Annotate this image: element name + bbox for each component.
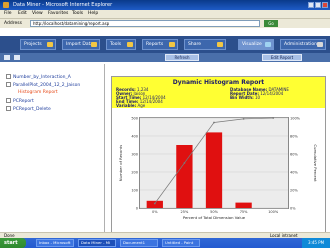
toolbar-visualize-button[interactable]: Visualize [238, 39, 274, 50]
toolbar-import-button[interactable]: Import Data [62, 39, 100, 50]
toolbar-projects-button[interactable]: Projects [20, 39, 56, 50]
close-button[interactable] [322, 2, 328, 8]
address-bar: Address http://localhost/datamining/repo… [0, 18, 330, 28]
y-tick-label: 200 [131, 171, 138, 175]
x-tick-label: 25% [181, 210, 189, 214]
menu-bar: File Edit View Favorites Tools Help [0, 10, 330, 18]
cumulative-point [272, 117, 275, 119]
menu-edit[interactable]: Edit [18, 11, 27, 16]
tools-icon [127, 42, 133, 47]
gear-icon [317, 42, 323, 47]
report-title: Dynamic Histogram Report [172, 79, 265, 86]
y2-tick-label: 80% [290, 135, 298, 139]
y2-tick-label: 40% [290, 171, 298, 175]
expand-icon[interactable] [6, 106, 11, 111]
tree-node[interactable]: PCReport [6, 98, 34, 104]
y-tick-label: 0 [136, 207, 138, 211]
toolbar-admin-button[interactable]: Administration [280, 39, 326, 50]
y2-axis-title: Cumulative Percent [313, 144, 318, 182]
address-label: Address [4, 21, 22, 26]
maximize-button[interactable] [315, 2, 321, 8]
start-button[interactable]: start [0, 238, 26, 248]
edit-report-button[interactable]: Edit Report [262, 54, 302, 61]
sub-toolbar: Refresh Edit Report [0, 53, 330, 62]
system-tray-clock: 3:45 PM [302, 238, 330, 248]
expand-icon[interactable] [6, 98, 11, 103]
x-tick-label: 75% [240, 210, 248, 214]
toolbar-reports-button[interactable]: Reports [142, 39, 178, 50]
app-toolbar: Projects Import Data Tools Reports Share… [0, 36, 330, 53]
taskbar-item[interactable]: Untitled - Paint [162, 239, 200, 247]
y2-tick-label: 100% [290, 117, 301, 121]
meta-variable: Variable: Age [116, 103, 146, 108]
cumulative-point [183, 162, 186, 164]
chart-icon [265, 42, 271, 47]
minimize-button[interactable] [308, 2, 314, 8]
y2-tick-label: 0% [290, 207, 296, 211]
x-tick-label: 0% [152, 210, 158, 214]
histogram-bar [205, 132, 223, 208]
go-button[interactable]: Go [264, 20, 278, 27]
x-tick-label: 100% [268, 210, 279, 214]
window-title: Data Miner - Microsoft Internet Explorer [13, 2, 113, 8]
taskbar-item[interactable]: Inbox - Microsoft [36, 239, 74, 247]
window-titlebar: Data Miner - Microsoft Internet Explorer [0, 0, 330, 10]
x-axis-title: Percent of Total Dimension Value [183, 215, 246, 220]
y2-tick-label: 20% [290, 189, 298, 193]
menu-view[interactable]: View [32, 11, 43, 16]
folder-icon [47, 42, 53, 47]
project-tree: Number_by_Interaction_A ParallelPlot_200… [4, 64, 105, 234]
y-tick-label: 500 [131, 117, 138, 121]
forward-arrow-icon[interactable] [14, 55, 20, 60]
y-tick-label: 400 [131, 135, 138, 139]
tree-node[interactable]: ParallelPlot_2004_12_2_Jaison [6, 82, 80, 88]
taskbar-item-active[interactable]: Data Miner - Mi [78, 239, 116, 247]
histogram-chart: 0 0% 100 20% 200 40% 300 60% 400 80% 500 100% 0% 25% 5… [116, 111, 321, 231]
y2-tick-label: 60% [290, 153, 298, 157]
ie-logo-icon [3, 2, 9, 8]
y-axis-title: Number of Records [118, 145, 123, 181]
y-tick-label: 300 [131, 153, 138, 157]
y-tick-label: 100 [131, 189, 138, 193]
tree-node[interactable]: Number_by_Interaction_A [6, 74, 71, 80]
toolbar-tools-button[interactable]: Tools [106, 39, 136, 50]
tree-node-selected[interactable]: Histogram Report [18, 90, 58, 95]
address-input[interactable]: http://localhost/datamining/report.asp [30, 20, 260, 27]
cumulative-point [242, 118, 245, 120]
refresh-button[interactable]: Refresh [165, 54, 199, 61]
x-tick-label: 50% [210, 210, 218, 214]
taskbar: start Inbox - Microsoft Data Miner - Mi … [0, 238, 330, 248]
share-icon [217, 42, 223, 47]
meta-bin-width: Bin Width: 10 [230, 95, 261, 100]
menu-tools[interactable]: Tools [72, 11, 83, 16]
report-header: Dynamic Histogram Report Records: 1,234 … [112, 77, 325, 108]
tree-node[interactable]: PCReport_Delete [6, 106, 51, 112]
cumulative-point [213, 121, 215, 124]
menu-help[interactable]: Help [88, 11, 98, 16]
menu-favorites[interactable]: Favorites [48, 11, 68, 16]
menu-file[interactable]: File [4, 11, 12, 16]
toolbar-share-button[interactable]: Share [184, 39, 226, 50]
back-arrow-icon[interactable] [4, 55, 10, 60]
cumulative-point [153, 202, 156, 205]
histogram-bar [176, 145, 193, 208]
taskbar-item[interactable]: Document1 [120, 239, 158, 247]
histogram-bar [235, 202, 252, 208]
expand-icon[interactable] [6, 82, 11, 87]
report-panel: Dynamic Histogram Report Records: 1,234 … [111, 76, 326, 233]
report-icon [169, 42, 175, 47]
histogram-svg: 0 0% 100 20% 200 40% 300 60% 400 80% 500 100% 0% 25% 5… [118, 117, 318, 221]
expand-icon[interactable] [6, 74, 11, 79]
import-icon [91, 42, 97, 47]
